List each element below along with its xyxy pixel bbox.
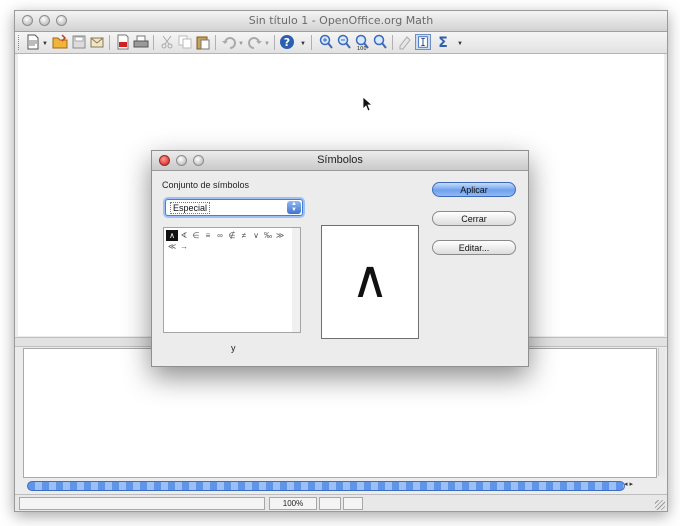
chevron-down-icon[interactable]: ▼ [42, 41, 48, 47]
symbol-cell[interactable]: → [178, 241, 190, 252]
symbol-cell[interactable]: ≡ [202, 230, 214, 241]
save-icon[interactable] [71, 34, 87, 50]
svg-text:Σ: Σ [438, 35, 448, 50]
resize-grip-icon[interactable] [655, 500, 665, 510]
standard-toolbar: ▼ ▼ ▼ ? ▼ 100 Σ ▼ [15, 32, 667, 54]
status-field [19, 497, 265, 510]
new-document-icon[interactable] [25, 34, 41, 50]
toolbar-grip[interactable] [18, 35, 21, 50]
toolbar-separator [311, 35, 312, 50]
symbol-cell[interactable]: ≫ [274, 230, 286, 241]
svg-text:?: ? [284, 36, 290, 49]
zoom-status[interactable]: 100% [269, 497, 317, 510]
formula-cursor-icon[interactable] [415, 34, 431, 50]
svg-text:100: 100 [357, 46, 367, 50]
symbol-cell[interactable]: ≪ [166, 241, 178, 252]
chevron-down-icon[interactable]: ▼ [300, 41, 306, 47]
folder-open-icon[interactable] [52, 34, 68, 50]
symbol-grid[interactable]: ∧ ∢ ∈ ≡ ∞ ∉ ≠ ∨ ‰ ≫ ≪ → [163, 227, 299, 333]
redo-icon[interactable] [247, 34, 263, 50]
copy-icon[interactable] [177, 34, 193, 50]
toolbar-separator [392, 35, 393, 50]
close-button[interactable]: Cerrar [432, 211, 516, 226]
symbols-dialog: Símbolos Conjunto de símbolos Especial ▲… [151, 150, 529, 367]
title-bar[interactable]: Sin título 1 - OpenOffice.org Math [15, 11, 667, 32]
symbol-cell[interactable]: ≠ [238, 230, 250, 241]
updown-arrows-icon[interactable]: ▲ ▼ [287, 201, 301, 214]
mouse-pointer-icon [362, 96, 374, 112]
toolbar-separator [215, 35, 216, 50]
dialog-title: Símbolos [317, 154, 363, 166]
apply-button[interactable]: Aplicar [432, 182, 516, 197]
sigma-icon[interactable]: Σ [435, 34, 451, 50]
edit-button[interactable]: Editar... [432, 240, 516, 255]
status-field [343, 497, 363, 510]
symbol-cell[interactable]: ∉ [226, 230, 238, 241]
zoom-100-icon[interactable]: 100 [354, 34, 370, 50]
status-field [319, 497, 341, 510]
chevron-down-icon[interactable]: ▼ [457, 41, 463, 47]
symbol-cell[interactable]: ∧ [166, 230, 178, 241]
commands-editor[interactable] [23, 348, 657, 478]
pdf-icon[interactable] [115, 34, 131, 50]
symbol-cell[interactable]: ∢ [178, 230, 190, 241]
update-icon[interactable] [397, 34, 413, 50]
symbol-set-value: Especial [170, 202, 211, 214]
symbol-cell[interactable]: ∈ [190, 230, 202, 241]
symbol-set-label: Conjunto de símbolos [162, 180, 250, 190]
chevron-down-icon[interactable]: ▼ [238, 41, 244, 47]
help-icon[interactable]: ? [279, 34, 295, 50]
horizontal-scrollbar[interactable] [27, 481, 625, 491]
symbol-name: y [231, 343, 236, 353]
undo-icon[interactable] [221, 34, 237, 50]
toolbar-separator [109, 35, 110, 50]
zoom-out-icon[interactable] [336, 34, 352, 50]
toolbar-separator [153, 35, 154, 50]
commands-vertical-scrollbar[interactable] [658, 348, 665, 476]
window-title: Sin título 1 - OpenOffice.org Math [248, 14, 434, 27]
zoom-in-icon[interactable] [318, 34, 334, 50]
email-icon[interactable] [89, 34, 105, 50]
preview-symbol: ∧ [350, 250, 390, 310]
paste-icon[interactable] [195, 34, 211, 50]
dialog-title-bar[interactable]: Símbolos [152, 151, 528, 171]
scissors-icon[interactable] [159, 34, 175, 50]
symbol-grid-scrollbar[interactable] [292, 227, 301, 333]
status-bar: 100% [15, 494, 667, 511]
symbol-cell[interactable]: ‰ [262, 230, 274, 241]
symbol-cell[interactable]: ∨ [250, 230, 262, 241]
scroll-arrows[interactable]: ◂ ▸ [624, 480, 650, 492]
toolbar-separator [274, 35, 275, 50]
show-all-icon[interactable] [372, 34, 388, 50]
chevron-down-icon[interactable]: ▼ [264, 41, 270, 47]
printer-icon[interactable] [133, 34, 149, 50]
symbol-cell[interactable]: ∞ [214, 230, 226, 241]
symbol-preview: ∧ [321, 225, 419, 339]
symbol-set-select[interactable]: Especial ▲ ▼ [165, 199, 303, 216]
